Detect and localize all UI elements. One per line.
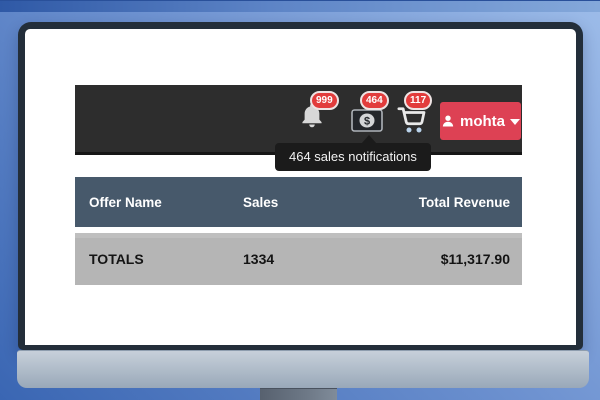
background-floor: [0, 0, 600, 12]
user-icon: [441, 114, 455, 128]
svg-text:$: $: [364, 116, 370, 128]
table-header-row: Offer Name Sales Total Revenue: [75, 177, 522, 227]
money-icon[interactable]: $: [351, 109, 383, 132]
monitor-screen: 999 $ 464 117: [25, 29, 576, 345]
column-header-offer-name[interactable]: Offer Name: [75, 195, 243, 210]
monitor-bezel: 999 $ 464 117: [18, 22, 583, 350]
totals-offer-name-cell: TOTALS: [75, 251, 243, 267]
user-menu-label: mohta: [460, 113, 505, 130]
monitor-chin: [17, 350, 589, 388]
totals-sales-cell: 1334: [243, 251, 372, 267]
desktop-background: 999 $ 464 117: [0, 0, 600, 400]
user-menu-button[interactable]: mohta: [440, 102, 521, 140]
bell-badge[interactable]: 999: [310, 91, 339, 110]
caret-down-icon: [510, 119, 520, 125]
sales-notifications-tooltip: 464 sales notifications: [275, 143, 431, 171]
monitor-stand: [260, 388, 337, 400]
totals-revenue-cell: $11,317.90: [372, 251, 522, 267]
column-header-total-revenue[interactable]: Total Revenue: [372, 195, 522, 210]
column-header-sales[interactable]: Sales: [243, 195, 372, 210]
cart-badge[interactable]: 117: [404, 91, 432, 110]
totals-table-row: TOTALS 1334 $11,317.90: [75, 233, 522, 285]
sales-badge[interactable]: 464: [360, 91, 389, 110]
